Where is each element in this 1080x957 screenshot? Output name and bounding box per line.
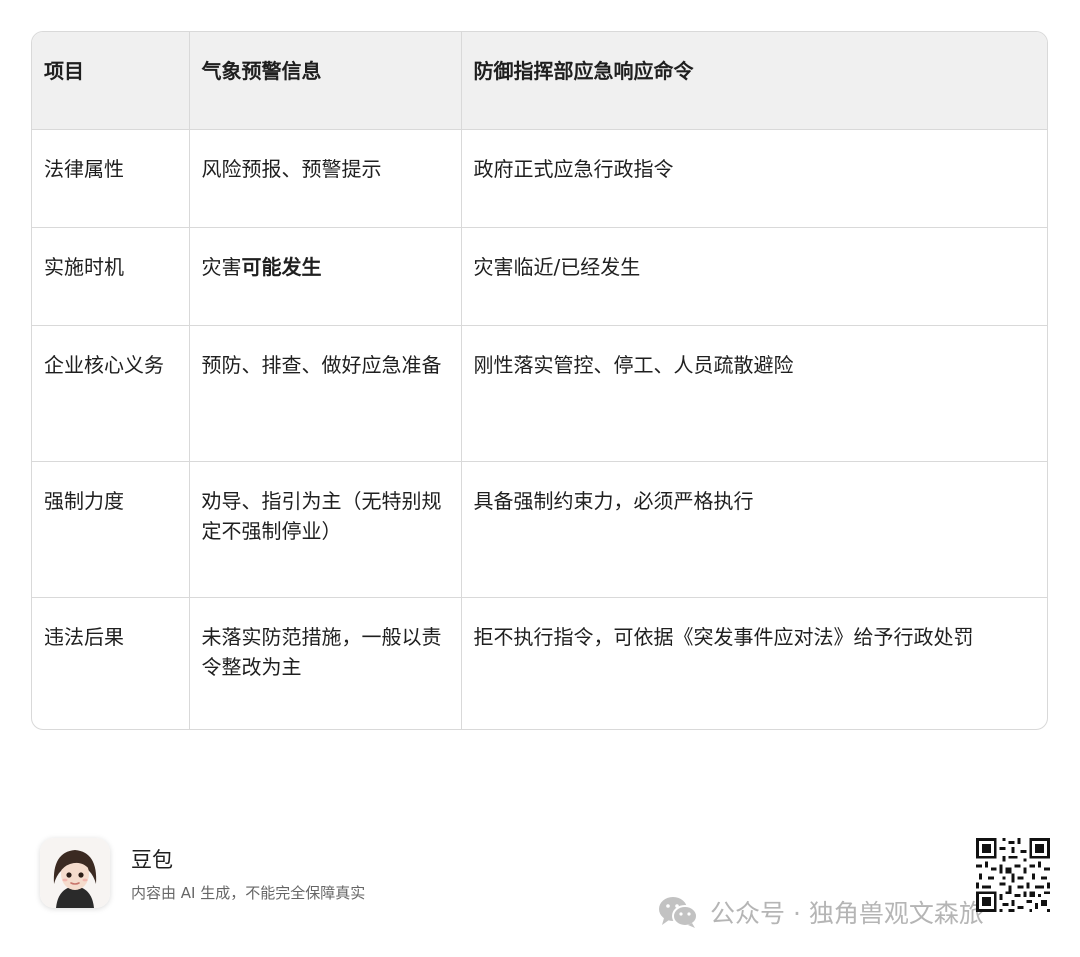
brand-name: 豆包 xyxy=(131,848,173,872)
table: 项目 气象预警信息 防御指挥部应急响应命令 法律属性 风险预报、预警提示 政府正… xyxy=(32,32,1047,729)
cell-warning: 未落实防范措施，一般以责令整改为主 xyxy=(189,597,462,729)
watermark-text: 公众号 · 独角兽观文森旅 xyxy=(710,899,984,928)
comparison-table: 项目 气象预警信息 防御指挥部应急响应命令 法律属性 风险预报、预警提示 政府正… xyxy=(31,31,1048,730)
cell-item: 法律属性 xyxy=(32,129,190,228)
table-row: 法律属性 风险预报、预警提示 政府正式应急行政指令 xyxy=(32,129,1047,228)
qr-code-icon xyxy=(976,838,1050,912)
cell-warning: 风险预报、预警提示 xyxy=(189,129,462,228)
header-item: 项目 xyxy=(32,32,190,130)
table-row: 违法后果 未落实防范措施，一般以责令整改为主 拒不执行指令，可依据《突发事件应对… xyxy=(32,597,1047,729)
cell-warning-bold: 可能发生 xyxy=(241,254,322,279)
cell-item: 企业核心义务 xyxy=(32,325,190,462)
cell-item: 实施时机 xyxy=(32,227,190,326)
cell-command: 政府正式应急行政指令 xyxy=(461,129,1047,228)
cell-warning-prefix: 灾害 xyxy=(201,254,242,279)
cell-command: 拒不执行指令，可依据《突发事件应对法》给予行政处罚 xyxy=(473,624,974,649)
table-row: 企业核心义务 预防、排查、做好应急准备 刚性落实管控、停工、人员疏散避险 xyxy=(32,325,1047,462)
cell-warning: 预防、排查、做好应急准备 xyxy=(189,325,462,462)
avatar-girl-icon xyxy=(40,838,110,908)
cell-command: 灾害临近/已经发生 xyxy=(461,227,1047,326)
watermark: 公众号 · 独角兽观文森旅 xyxy=(658,894,984,930)
table-row: 实施时机 灾害可能发生 灾害临近/已经发生 xyxy=(32,227,1047,326)
cell-command: 刚性落实管控、停工、人员疏散避险 xyxy=(461,325,1047,462)
wechat-icon xyxy=(659,897,698,928)
table-header-row: 项目 气象预警信息 防御指挥部应急响应命令 xyxy=(32,32,1047,130)
header-command: 防御指挥部应急响应命令 xyxy=(461,32,1047,130)
cell-item: 违法后果 xyxy=(32,597,190,729)
cell-warning: 劝导、指引为主（无特别规定不强制停业） xyxy=(189,461,462,598)
ai-disclaimer: 内容由 AI 生成，不能完全保障真实 xyxy=(131,884,366,902)
footer: 豆包 内容由 AI 生成，不能完全保障真实 公众号 · 独角兽观文森旅 xyxy=(40,838,1050,938)
header-warning: 气象预警信息 xyxy=(189,32,462,130)
cell-item: 强制力度 xyxy=(32,461,190,598)
cell-warning: 灾害可能发生 xyxy=(189,227,462,326)
cell-command: 具备强制约束力，必须严格执行 xyxy=(461,461,1047,598)
table-row: 强制力度 劝导、指引为主（无特别规定不强制停业） 具备强制约束力，必须严格执行 xyxy=(32,461,1047,598)
